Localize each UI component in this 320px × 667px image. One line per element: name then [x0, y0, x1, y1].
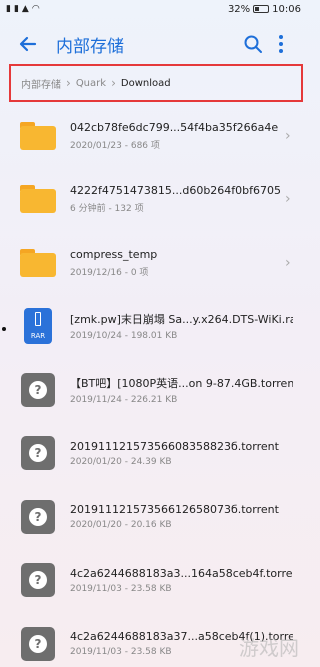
file-name: compress_temp: [70, 247, 158, 261]
status-bar: ▮ ▮ ▲ ◠ 32% 10:06: [0, 0, 307, 18]
file-meta: 2019/11/24 - 226.21 KB: [70, 394, 178, 405]
list-item[interactable]: 4222f4751473815...d60b264f0bf6705 6 分钟前 -…: [0, 168, 307, 232]
folder-icon: [20, 245, 56, 281]
page-title: 内部存储: [56, 36, 124, 57]
rar-file-icon: RAR: [20, 308, 56, 345]
back-arrow-icon: [19, 36, 37, 52]
file-list: 042cb78fe6dc799...54f4ba35f266a4e 2020/01…: [0, 104, 307, 667]
file-name: 20191112157356608358823б.torrent: [70, 439, 279, 453]
chevron-right-icon: ›: [285, 127, 291, 144]
unknown-file-icon: ?: [20, 562, 56, 598]
file-meta: 2020/01/20 - 24.39 KB: [70, 456, 172, 467]
list-item[interactable]: ? 20191112157356608358823б.torrent 2020/0…: [0, 422, 307, 486]
sim-icon: ▮: [13, 4, 19, 14]
watermark: 游戏网: [239, 636, 299, 660]
list-item[interactable]: ? 4c2a6244688183a3...164a58ceb4f.torrent…: [0, 549, 307, 613]
file-meta: 2019/10/24 - 198.01 KB: [70, 331, 178, 342]
chevron-right-icon: ›: [66, 76, 71, 90]
list-item[interactable]: ? 【BT吧】[1080P英语...on 9-87.4GB.torrent 201…: [0, 358, 307, 422]
file-meta: 2019/12/16 - 0 项: [70, 267, 149, 278]
file-name: [zmk.pw]末日崩塌 Sa...y.x264.DTS-WiKi.rar: [70, 313, 293, 327]
chevron-right-icon: ›: [285, 191, 291, 208]
back-button[interactable]: [18, 31, 44, 57]
wifi-icon: ◠: [31, 4, 40, 14]
rar-icon-label: RAR: [30, 332, 46, 341]
more-button[interactable]: [267, 30, 295, 58]
list-item[interactable]: compress_temp 2019/12/16 - 0 项 ›: [0, 231, 307, 295]
list-item[interactable]: ? 20191112157356612658073б.torrent 2020/0…: [0, 485, 307, 549]
breadcrumb-download[interactable]: Download: [121, 78, 171, 89]
folder-icon: [20, 118, 56, 154]
unknown-file-icon: ?: [20, 435, 56, 471]
search-button[interactable]: [239, 30, 267, 58]
file-meta: 2020/01/20 - 20.16 KB: [70, 520, 172, 531]
unknown-file-icon: ?: [20, 626, 56, 662]
more-vertical-icon: [279, 35, 283, 53]
clock: 10:06: [272, 3, 301, 15]
breadcrumb-internal-storage[interactable]: 内部存储: [21, 76, 61, 91]
folder-icon: [20, 181, 56, 217]
battery-percent: 32%: [227, 3, 251, 15]
chevron-right-icon: ›: [285, 254, 291, 271]
list-item[interactable]: RAR [zmk.pw]末日崩塌 Sa...y.x264.DTS-WiKi.ra…: [0, 295, 307, 359]
status-right: 32% 10:06: [228, 4, 301, 15]
app-bar: 内部存储: [0, 18, 307, 70]
unknown-file-icon: ?: [20, 499, 56, 535]
signal-icon: ▲: [21, 4, 29, 14]
file-meta: 2020/01/23 - 686 项: [70, 140, 160, 151]
sim-icon: ▮: [6, 4, 11, 14]
breadcrumb: 内部存储 › Quark › Download: [9, 64, 303, 102]
file-name: 4222f4751473815...d60b264f0bf6705: [70, 184, 282, 198]
file-name: 4c2a6244688183a3...164a58ceb4f.torrent: [70, 566, 293, 580]
file-name: 【BT吧】[1080P英语...on 9-87.4GB.torrent: [70, 376, 293, 390]
chevron-right-icon: ›: [111, 76, 116, 90]
file-meta: 6 分钟前 - 132 项: [70, 204, 144, 215]
file-name: 20191112157356612658073б.torrent: [70, 503, 279, 517]
unknown-file-icon: ?: [20, 372, 56, 408]
battery-icon: [253, 5, 270, 13]
list-item[interactable]: 042cb78fe6dc799...54f4ba35f266a4e 2020/01…: [0, 104, 307, 168]
search-icon: [244, 35, 262, 53]
file-name: 042cb78fe6dc799...54f4ba35f266a4e: [70, 120, 279, 134]
breadcrumb-quark[interactable]: Quark: [76, 78, 106, 89]
status-left: ▮ ▮ ▲ ◠: [6, 4, 40, 14]
file-meta: 2019/11/03 - 23.58 KB: [70, 583, 172, 594]
